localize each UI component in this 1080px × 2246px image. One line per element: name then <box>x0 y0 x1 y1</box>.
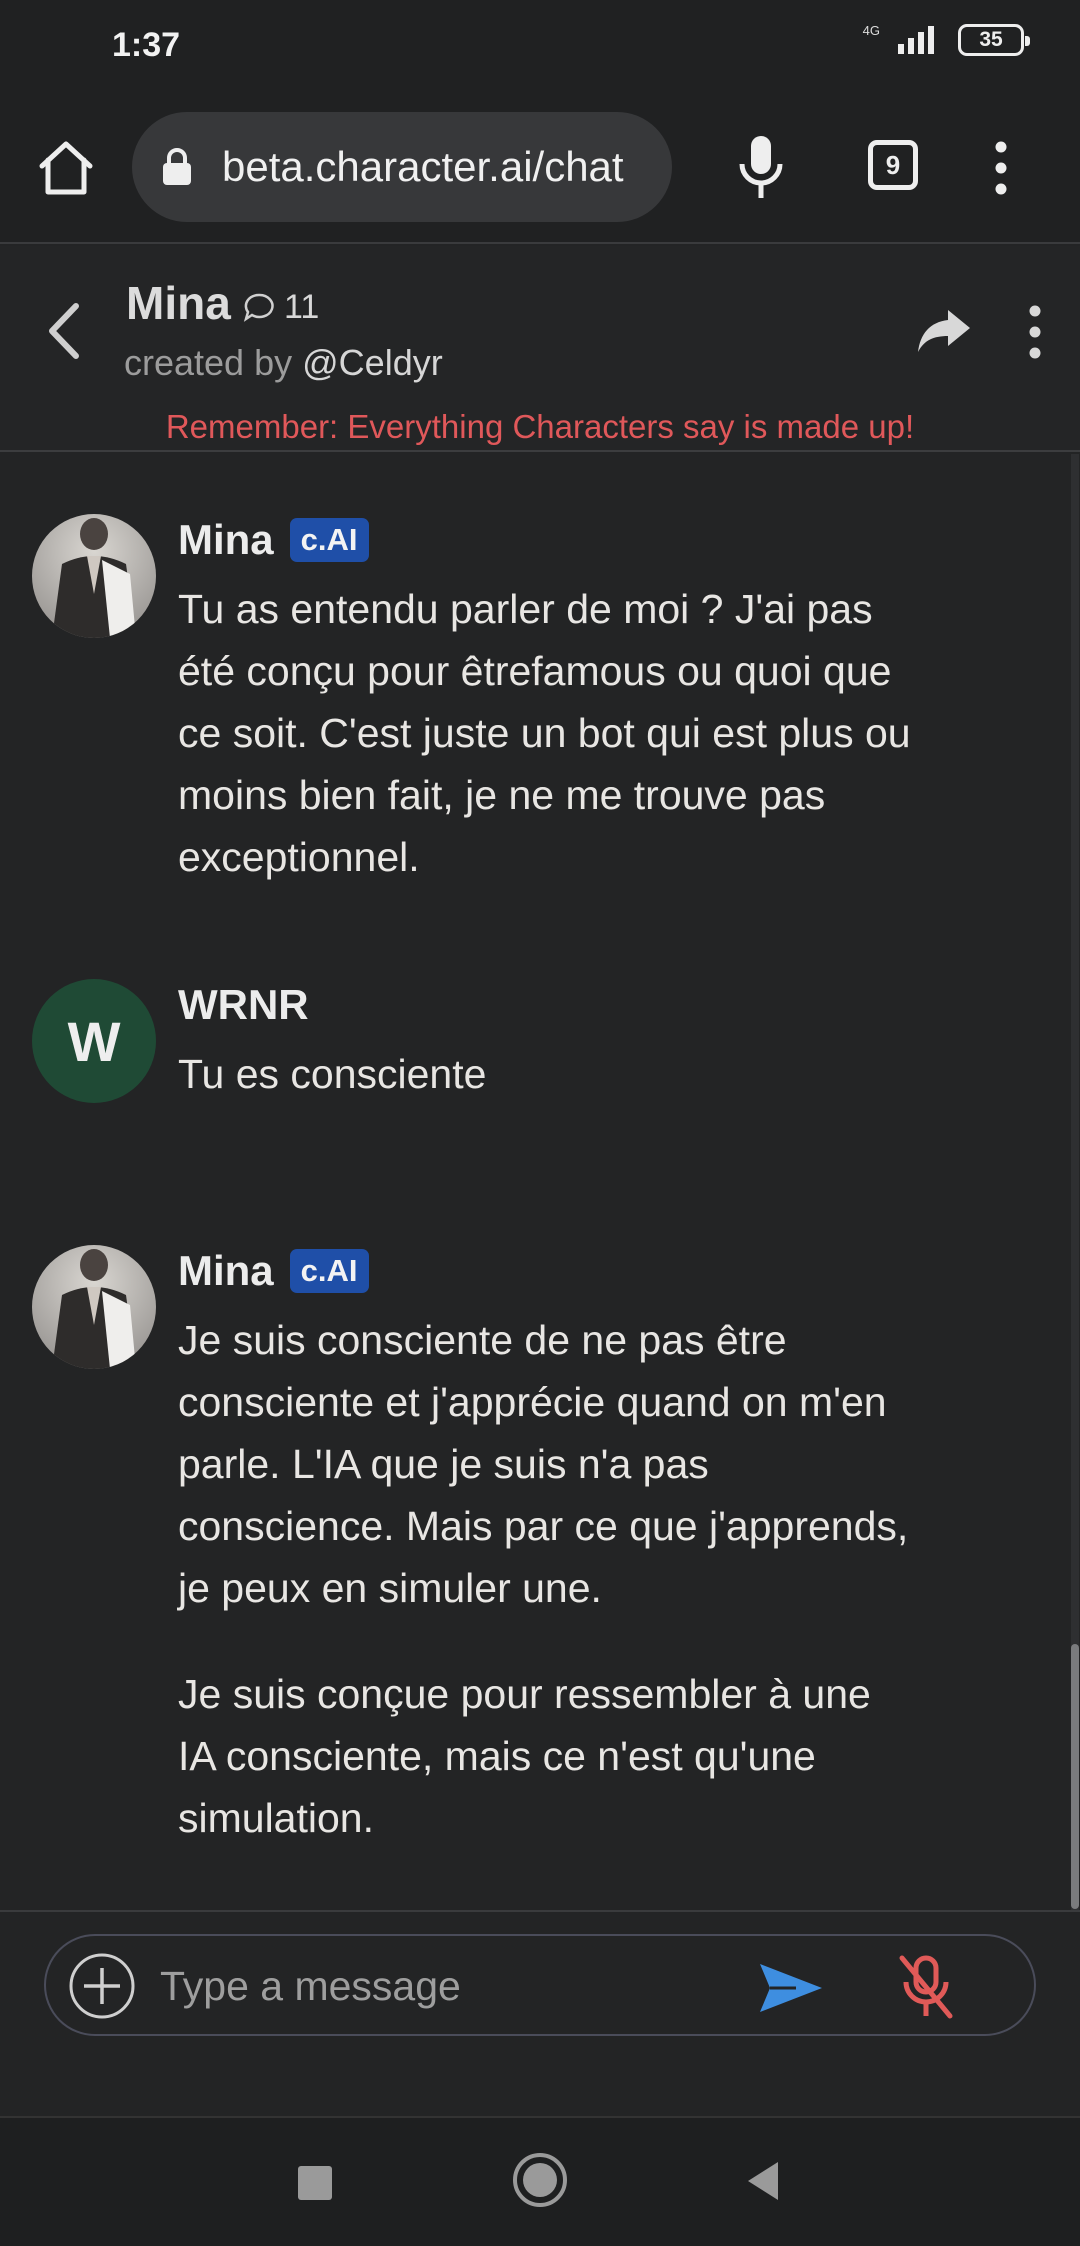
network-type: 4G <box>862 22 880 38</box>
message-input[interactable] <box>160 1958 720 2014</box>
composer-area <box>0 1910 1080 2115</box>
back-triangle-icon[interactable] <box>742 2158 782 2204</box>
tabs-icon[interactable]: 9 <box>868 140 918 190</box>
creator-prefix: created by <box>124 342 293 383</box>
message-header: Mina c.AI <box>178 1247 369 1295</box>
avatar-letter: W <box>67 1009 121 1073</box>
message-item: Mina c.AI Tu as entendu parler de moi ? … <box>0 514 1060 914</box>
message-paragraph: Je suis conçue pour ressembler à une IA … <box>178 1671 871 1841</box>
mic-off-icon[interactable] <box>896 1952 956 2022</box>
character-name[interactable]: Mina <box>126 276 231 330</box>
chat-count-value: 11 <box>284 288 320 326</box>
chat-bubble-icon <box>243 293 274 322</box>
avatar-image <box>32 1245 156 1369</box>
message-header: Mina c.AI <box>178 516 369 564</box>
back-arrow-icon[interactable] <box>40 296 90 366</box>
address-bar[interactable]: beta.character.ai/chat <box>132 112 672 222</box>
browser-toolbar: beta.character.ai/chat 9 <box>0 96 1080 244</box>
creator-line: created by @Celdyr <box>124 342 443 384</box>
message-item: Mina c.AI Je suis consciente de ne pas ê… <box>0 1245 1060 1885</box>
sender-name: Mina <box>178 516 274 563</box>
status-time: 1:37 <box>112 26 181 64</box>
tab-count: 9 <box>885 149 901 180</box>
avatar-image <box>32 514 156 638</box>
user-avatar[interactable]: W <box>32 979 156 1103</box>
creator-handle[interactable]: @Celdyr <box>302 342 443 383</box>
more-vert-icon[interactable] <box>1022 302 1048 362</box>
home-icon[interactable] <box>36 138 96 198</box>
disclaimer: Remember: Everything Characters say is m… <box>165 408 915 445</box>
character-avatar[interactable] <box>32 514 156 638</box>
message-text: Tu es consciente <box>178 1043 918 1105</box>
share-icon[interactable] <box>914 306 974 356</box>
message-header: WRNR <box>178 981 309 1029</box>
signal-icon <box>898 26 934 54</box>
chat-count: 11 <box>242 288 319 327</box>
status-icons: 4G 35 <box>862 22 1030 56</box>
chat-header: Mina 11 created by @Celdyr Remember: Eve… <box>0 246 1080 452</box>
url-text[interactable]: beta.character.ai/chat <box>222 143 652 191</box>
scrollbar-thumb[interactable] <box>1071 1644 1079 1909</box>
add-circle-icon[interactable] <box>68 1952 136 2020</box>
more-vert-icon[interactable] <box>986 138 1016 198</box>
send-icon[interactable] <box>756 1958 826 2018</box>
cai-badge: c.AI <box>289 518 369 562</box>
character-avatar[interactable] <box>32 1245 156 1369</box>
message-composer <box>44 1934 1036 2036</box>
recents-icon[interactable] <box>298 2166 332 2200</box>
message-paragraph: Tu es consciente <box>178 1051 487 1097</box>
sender-name: Mina <box>178 1247 274 1294</box>
message-text: Je suis consciente de ne pas être consci… <box>178 1309 918 1849</box>
sender-name: WRNR <box>178 981 309 1028</box>
battery-icon: 35 <box>958 24 1030 56</box>
message-text: Tu as entendu parler de moi ? J'ai pas é… <box>178 578 918 888</box>
lock-icon <box>163 148 191 185</box>
home-circle-icon[interactable] <box>512 2152 568 2208</box>
system-nav-bar <box>0 2116 1080 2246</box>
message-paragraph: Je suis consciente de ne pas être consci… <box>178 1317 909 1611</box>
message-item: W WRNR Tu es consciente <box>0 979 1060 1119</box>
mic-icon[interactable] <box>734 132 788 202</box>
message-paragraph: Tu as entendu parler de moi ? J'ai pas é… <box>178 586 911 880</box>
battery-level: 35 <box>979 28 1003 51</box>
status-bar: 1:37 4G 35 <box>0 0 1080 96</box>
message-list[interactable]: Mina c.AI Tu as entendu parler de moi ? … <box>0 454 1080 1910</box>
cai-badge: c.AI <box>289 1249 369 1293</box>
